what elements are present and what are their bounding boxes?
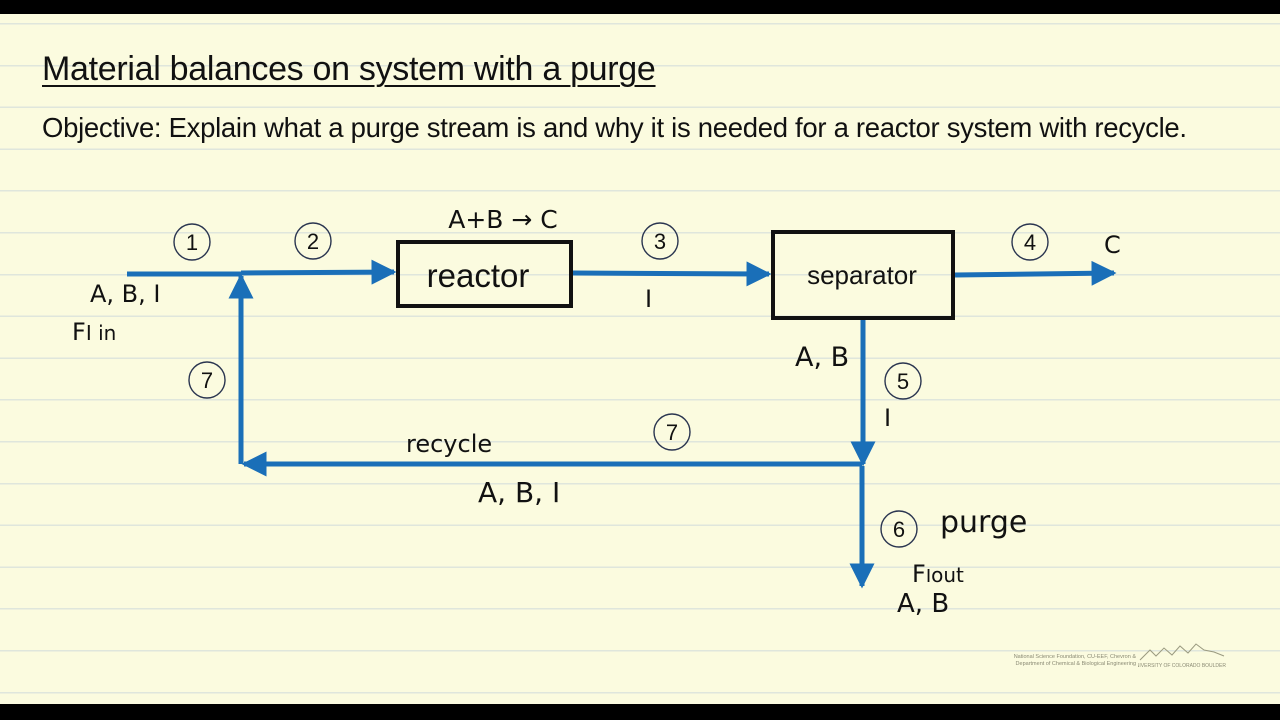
purge-components: A, B	[897, 589, 949, 619]
university-logo: UNIVERSITY OF COLORADO BOULDER	[1138, 643, 1226, 669]
stream-3-number: 3	[654, 229, 666, 254]
stream-1-components: A, B, I	[90, 280, 160, 308]
separator-label: separator	[807, 260, 917, 290]
stream-2-line	[240, 259, 397, 285]
reactor-label: reactor	[427, 257, 530, 294]
stream-5-number: 5	[897, 369, 909, 394]
purge-flow-note: FIout	[912, 560, 964, 588]
stream-4-number: 4	[1024, 230, 1036, 255]
purge-label: purge	[940, 505, 1027, 540]
stream-4-line	[954, 260, 1117, 286]
stream-2-number: 2	[307, 229, 319, 254]
stream-3-line	[572, 261, 772, 287]
stream-5-components: I	[884, 404, 891, 432]
stream-1-flow-note: FI in	[72, 318, 116, 346]
stream-5-components-top: A, B	[795, 342, 849, 373]
stream-7a-number: 7	[201, 368, 213, 393]
university-name: UNIVERSITY OF COLORADO BOULDER	[1138, 663, 1226, 669]
credit-line-2: Department of Chemical & Biological Engi…	[1015, 661, 1136, 667]
slide-canvas: Material balances on system with a purge…	[0, 14, 1280, 704]
recycle-components: A, B, I	[478, 476, 560, 509]
credit-line-1: National Science Foundation, CU-EEF, Che…	[1013, 654, 1136, 660]
stream-1-number: 1	[186, 230, 198, 255]
credits: National Science Foundation, CU-EEF, Che…	[1000, 654, 1136, 668]
stream-3-components: I	[645, 285, 652, 313]
recycle-label: recycle	[406, 430, 492, 458]
stream-6-number: 6	[893, 517, 905, 542]
stream-7b-number: 7	[666, 420, 678, 445]
process-flow-diagram: reactor A+B → C separator 1 2 3 4 5 6 7 …	[72, 205, 1121, 619]
reaction-equation: A+B → C	[448, 205, 558, 234]
stream-4-components: C	[1104, 231, 1121, 259]
